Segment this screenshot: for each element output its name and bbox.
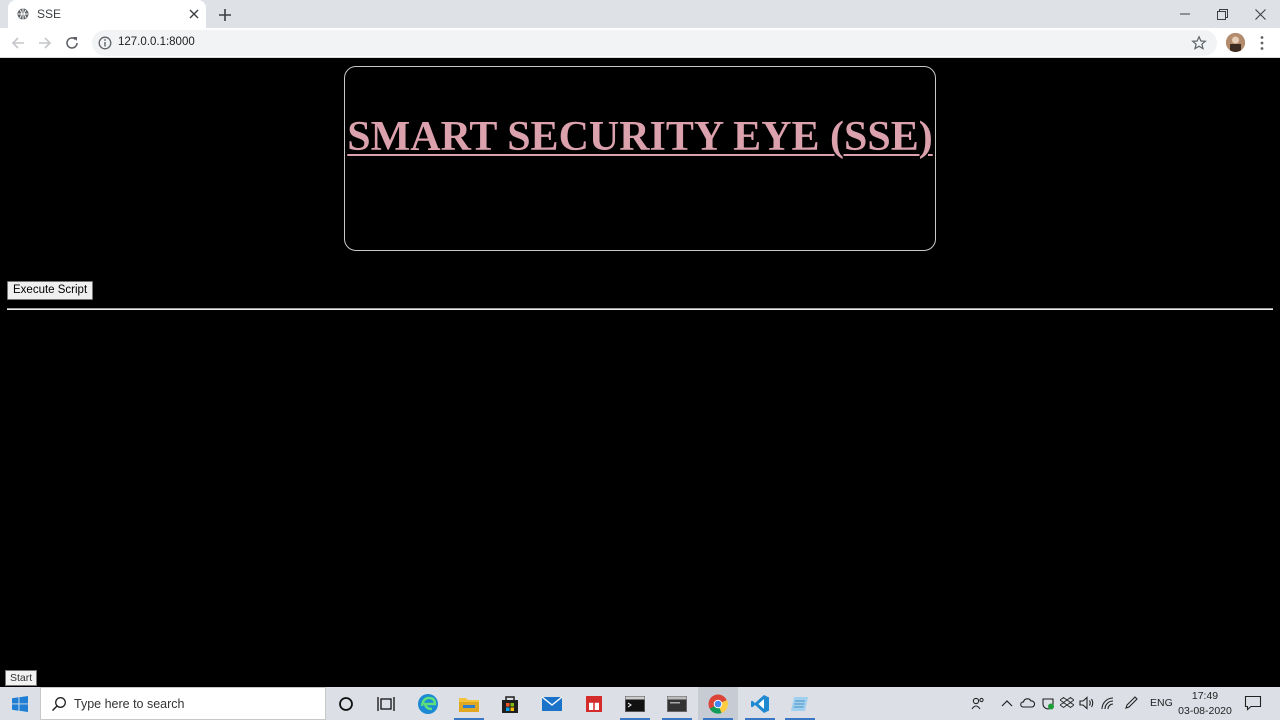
restore-icon [1216,8,1228,20]
edge-taskbar-button[interactable] [408,687,448,720]
notepad-icon [791,696,808,711]
people-icon [971,697,984,710]
file-explorer-taskbar-button[interactable] [449,687,489,720]
gift-app-taskbar-button[interactable] [574,687,614,720]
globe-icon [17,8,29,20]
search-placeholder: Type here to search [74,697,185,711]
chevron-up-icon [1001,700,1013,707]
terminal-2-taskbar-button[interactable] [657,687,697,720]
windows-taskbar: Type here to search ENG 17:49 03-08-2020 [0,687,1280,720]
shield-check-icon [1042,698,1054,710]
reload-icon [66,37,78,49]
browser-tab-strip: SSE [0,0,1280,28]
pen-tray-button[interactable] [1123,695,1139,711]
profile-avatar[interactable] [1226,33,1245,52]
edge-icon [418,693,438,714]
task-view-icon [377,696,395,711]
dropbox-tray-button[interactable] [1059,695,1075,711]
execute-script-button[interactable]: Execute Script [7,281,94,300]
chrome-taskbar-button[interactable] [698,687,738,720]
pen-icon [1125,696,1138,709]
cortana-button[interactable] [326,687,366,720]
reload-button[interactable] [62,33,82,53]
title-panel: SMART SECURITY EYE (SSE) [344,66,936,251]
minimize-window-button[interactable] [1166,0,1204,28]
cortana-icon [339,696,353,711]
back-button[interactable] [8,33,28,53]
clock-time: 17:49 [1191,690,1219,702]
start-tooltip: Start [5,670,38,686]
network-tray-button[interactable] [1100,695,1116,711]
tab-title: SSE [37,7,62,21]
terminal-icon [625,695,645,712]
volume-tray-button[interactable] [1079,695,1095,711]
terminal-2-icon [667,695,687,712]
cloud-icon [1020,698,1035,708]
taskbar-clock[interactable]: 17:49 03-08-2020 [1175,689,1235,719]
notepad-taskbar-button[interactable] [780,687,820,720]
close-tab-icon[interactable] [186,6,202,22]
taskbar-search-box[interactable]: Type here to search [40,687,326,720]
gift-app-icon [586,695,602,712]
browser-menu-icon[interactable] [1254,34,1270,52]
restore-window-button[interactable] [1203,0,1241,28]
wifi-icon [1101,697,1114,710]
page-content: SMART SECURITY EYE (SSE) Execute Script … [0,59,1280,687]
notification-center-icon[interactable] [1244,695,1262,711]
dropbox-icon [1060,697,1074,709]
file-explorer-icon [459,697,479,712]
browser-tab[interactable]: SSE [8,0,206,28]
onedrive-tray-button[interactable] [1019,695,1035,711]
mail-icon [541,695,563,711]
new-tab-icon[interactable] [216,6,234,24]
vscode-icon [751,694,769,713]
profile-photo-icon [1226,33,1245,52]
clock-date: 03-08-2020 [1178,705,1232,717]
page-title: SMART SECURITY EYE (SSE) [347,114,933,160]
show-hidden-icons-button[interactable] [999,695,1015,711]
store-icon [502,695,518,713]
windows-logo-icon [12,695,28,712]
vscode-taskbar-button[interactable] [740,687,780,720]
close-window-button[interactable] [1241,0,1279,28]
people-tray-button[interactable] [970,695,986,711]
close-window-icon [1254,8,1266,20]
security-tray-button[interactable] [1040,695,1056,711]
store-taskbar-button[interactable] [490,687,530,720]
chrome-icon [708,694,728,714]
input-language[interactable]: ENG [1150,697,1173,709]
url-text: 127.0.0.1:8000 [118,36,195,48]
site-info-icon[interactable] [98,36,112,50]
forward-button[interactable] [35,33,55,53]
search-icon [51,697,66,712]
bookmark-star-icon[interactable] [1191,35,1207,51]
terminal-taskbar-button[interactable] [615,687,655,720]
mail-taskbar-button[interactable] [532,687,572,720]
back-arrow-icon [11,37,24,49]
address-bar[interactable]: 127.0.0.1:8000 [92,30,1217,56]
task-view-button[interactable] [366,687,406,720]
horizontal-rule [7,308,1273,310]
speaker-icon [1079,696,1094,710]
minimize-icon [1180,13,1190,15]
browser-toolbar: 127.0.0.1:8000 [0,28,1280,58]
forward-arrow-icon [39,37,52,49]
start-button[interactable] [0,687,40,720]
